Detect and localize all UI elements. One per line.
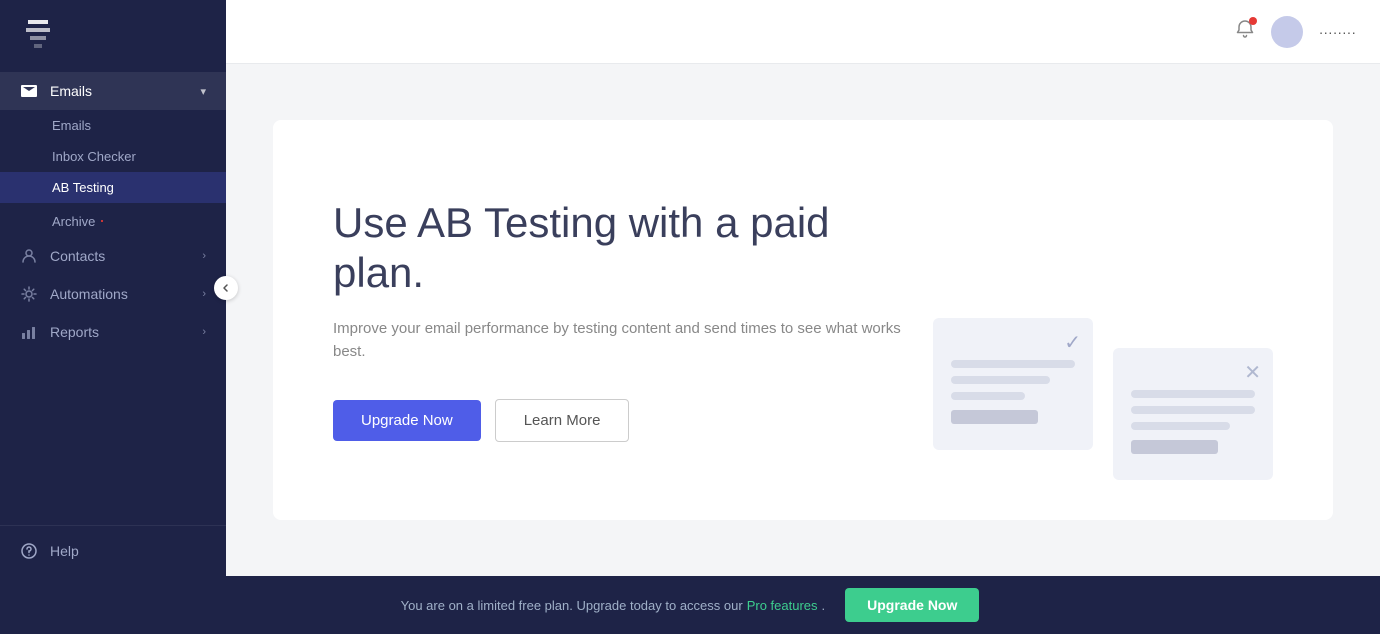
nav-item-contacts[interactable]: Contacts › — [0, 237, 226, 275]
collapse-icon — [221, 283, 231, 293]
help-icon — [20, 542, 38, 560]
sidebar: Emails ▾ Emails Inbox Checker AB Testing… — [0, 0, 226, 576]
username-display[interactable]: ········ — [1319, 24, 1356, 40]
upgrade-card-content: Use AB Testing with a paid plan. Improve… — [333, 198, 913, 443]
bottom-upgrade-button[interactable]: Upgrade Now — [845, 588, 979, 622]
emails-chevron: ▾ — [200, 85, 206, 98]
bottom-bar-period: . — [822, 598, 826, 613]
nav-sub-inbox-checker[interactable]: Inbox Checker — [0, 141, 226, 172]
ab-line-5 — [1131, 406, 1255, 414]
topbar: ········ — [226, 0, 1380, 64]
emails-section: Emails ▾ Emails Inbox Checker AB Testing… — [0, 72, 226, 237]
automations-chevron: › — [202, 288, 206, 300]
nav-automations-label: Automations — [50, 286, 128, 302]
pro-features-link[interactable]: Pro features — [747, 598, 818, 613]
upgrade-card: Use AB Testing with a paid plan. Improve… — [273, 120, 1333, 520]
ab-btn-line — [951, 410, 1038, 424]
ab-line-2 — [951, 376, 1050, 384]
upgrade-actions: Upgrade Now Learn More — [333, 399, 913, 442]
upgrade-now-button[interactable]: Upgrade Now — [333, 400, 481, 441]
nav-item-automations[interactable]: Automations › — [0, 275, 226, 313]
nav-sub-archive[interactable]: Archive · — [0, 203, 226, 237]
bottom-bar: You are on a limited free plan. Upgrade … — [0, 576, 1380, 634]
contacts-icon — [20, 247, 38, 265]
nav-contacts-label: Contacts — [50, 248, 105, 264]
nav-sub-archive-label: Archive · — [52, 211, 105, 229]
nav-sub-emails[interactable]: Emails — [0, 110, 226, 141]
app-logo-icon — [20, 14, 56, 50]
upgrade-title: Use AB Testing with a paid plan. — [333, 198, 913, 299]
nav-sub-inbox-label: Inbox Checker — [52, 149, 136, 164]
sidebar-bottom: Help — [0, 525, 226, 576]
sidebar-navigation: Emails ▾ Emails Inbox Checker AB Testing… — [0, 64, 226, 525]
help-item[interactable]: Help — [20, 542, 206, 560]
notification-bell[interactable] — [1235, 19, 1255, 44]
ab-line-6 — [1131, 422, 1230, 430]
bottom-bar-message: You are on a limited free plan. Upgrade … — [401, 598, 743, 613]
upgrade-description: Improve your email performance by testin… — [333, 318, 913, 363]
nav-sub-ab-testing[interactable]: AB Testing — [0, 172, 226, 203]
reports-icon — [20, 323, 38, 341]
x-icon: ✕ — [1244, 360, 1261, 385]
reports-chevron: › — [202, 326, 206, 338]
help-label: Help — [50, 543, 79, 559]
nav-sub-ab-label: AB Testing — [52, 180, 114, 195]
email-icon — [20, 82, 38, 100]
ab-line-3 — [951, 392, 1025, 400]
nav-emails-label: Emails — [50, 83, 92, 99]
ab-card-b: ✕ — [1113, 348, 1273, 480]
main-content: ········ Use AB Testing with a paid plan… — [226, 0, 1380, 576]
ab-line-4 — [1131, 390, 1255, 398]
ab-btn-line-2 — [1131, 440, 1218, 454]
nav-reports-label: Reports — [50, 324, 99, 340]
ab-line-1 — [951, 360, 1075, 368]
ab-testing-illustration: ✓ ✕ — [933, 318, 1273, 480]
user-avatar[interactable] — [1271, 16, 1303, 48]
nav-sub-emails-label: Emails — [52, 118, 91, 133]
checkmark-icon: ✓ — [1064, 330, 1081, 355]
learn-more-button[interactable]: Learn More — [495, 399, 630, 442]
sidebar-collapse-button[interactable] — [214, 276, 238, 300]
page-body: Use AB Testing with a paid plan. Improve… — [226, 64, 1380, 576]
automations-icon — [20, 285, 38, 303]
nav-item-reports[interactable]: Reports › — [0, 313, 226, 351]
nav-item-emails[interactable]: Emails ▾ — [0, 72, 226, 110]
ab-card-a: ✓ — [933, 318, 1093, 450]
sidebar-logo — [0, 0, 226, 64]
contacts-chevron: › — [202, 250, 206, 262]
notification-badge — [1249, 17, 1257, 25]
